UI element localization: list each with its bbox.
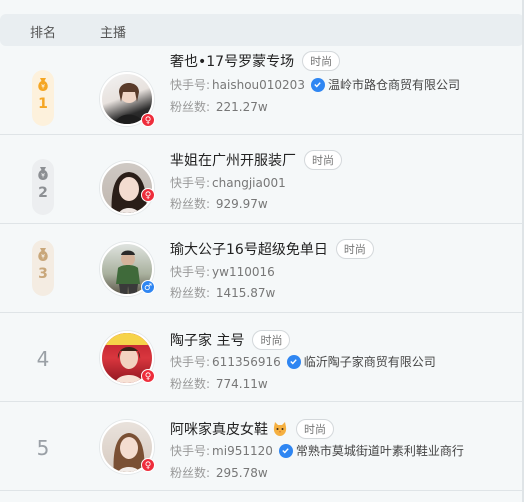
fans-label: 粉丝数: <box>170 100 211 114</box>
kuaishou-label: 快手号: <box>170 444 211 458</box>
rank-number: 2 <box>38 185 48 201</box>
money-bag-icon: ¥ <box>38 167 48 180</box>
table-row[interactable]: 5 ♀ 阿咪家真皮女鞋 时尚 快手号: mi951120 常熟市莫城街道叶素利鞋… <box>0 402 524 491</box>
male-gender-icon: ♂ <box>141 280 155 294</box>
category-tag: 时尚 <box>302 51 341 71</box>
verified-icon <box>278 443 293 458</box>
fans-label: 粉丝数: <box>170 377 211 391</box>
kuaishou-label: 快手号: <box>170 176 211 190</box>
svg-text:¥: ¥ <box>41 84 45 91</box>
company-name: 临沂陶子家商贸有限公司 <box>303 355 436 369</box>
anchor-name[interactable]: 阿咪家真皮女鞋 <box>170 419 268 439</box>
rank-badge-bronze: ¥ 3 <box>32 240 54 296</box>
verified-icon <box>310 77 325 92</box>
category-tag: 时尚 <box>335 239 374 259</box>
anchor-column-header: 主播 <box>100 26 127 41</box>
company-name: 温岭市路仓商贸有限公司 <box>327 78 460 92</box>
svg-text:¥: ¥ <box>41 254 45 261</box>
rank-column-header: 排名 <box>30 26 57 41</box>
category-tag: 时尚 <box>304 150 342 170</box>
fans-count: 929.97w <box>215 197 268 211</box>
kuaishou-label: 快手号: <box>170 265 211 279</box>
cat-face-icon <box>273 422 287 436</box>
fans-count: 774.11w <box>215 377 268 391</box>
company-name: 常熟市莫城街道叶素利鞋业商行 <box>295 444 464 458</box>
table-row[interactable]: ¥ 3 ♂ 瑜大公子16号超级免单日 时尚 快手号: yw110016 粉丝数:… <box>0 224 524 313</box>
kuaishou-id: changjia001 <box>212 175 286 190</box>
kuaishou-id: haishou010203 <box>212 77 305 92</box>
money-bag-icon: ¥ <box>38 78 48 91</box>
kuaishou-id: mi951120 <box>212 443 273 458</box>
kuaishou-label: 快手号: <box>170 355 211 369</box>
verified-icon <box>286 354 301 369</box>
fans-label: 粉丝数: <box>170 197 211 211</box>
anchor-name[interactable]: 陶子家 主号 <box>170 330 244 350</box>
fans-count: 1415.87w <box>215 286 276 300</box>
female-gender-icon: ♀ <box>141 458 155 472</box>
rank-number: 5 <box>36 436 50 460</box>
kuaishou-id: 611356916 <box>212 354 281 369</box>
female-gender-icon: ♀ <box>141 369 155 383</box>
table-row[interactable]: 4 ♀ 陶子家 主号 时尚 快手号: 611356916 临沂陶子家商贸有限公司… <box>0 313 524 402</box>
anchor-name[interactable]: 瑜大公子16号超级免单日 <box>170 239 328 259</box>
category-tag: 时尚 <box>252 330 291 350</box>
fans-label: 粉丝数: <box>170 286 211 300</box>
anchor-name[interactable]: 芈姐在广州开服装厂 <box>170 150 296 170</box>
fans-label: 粉丝数: <box>170 466 211 480</box>
fans-count: 295.78w <box>215 466 268 480</box>
female-gender-icon: ♀ <box>141 113 155 127</box>
fans-count: 221.27w <box>215 100 268 114</box>
rank-number: 1 <box>38 96 48 112</box>
table-row[interactable]: ¥ 2 ♀ 芈姐在广州开服装厂 时尚 快手号: changjia001 粉丝数:… <box>0 135 524 224</box>
anchor-name[interactable]: 奢也•17号罗蒙专场 <box>170 51 294 71</box>
table-row[interactable]: ¥ 1 ♀ 奢也•17号罗蒙专场 时尚 快手号: haishou010203 温… <box>0 46 524 135</box>
svg-text:¥: ¥ <box>41 173 45 180</box>
category-tag: 时尚 <box>296 419 334 439</box>
table-header: 排名 主播 <box>0 14 524 46</box>
kuaishou-label: 快手号: <box>170 78 211 92</box>
rank-number: 4 <box>36 347 50 371</box>
rank-badge-gold: ¥ 1 <box>32 70 54 126</box>
money-bag-icon: ¥ <box>38 248 48 261</box>
rank-badge-silver: ¥ 2 <box>32 159 54 215</box>
rank-number: 3 <box>38 266 48 282</box>
kuaishou-id: yw110016 <box>212 264 275 279</box>
female-gender-icon: ♀ <box>141 188 155 202</box>
